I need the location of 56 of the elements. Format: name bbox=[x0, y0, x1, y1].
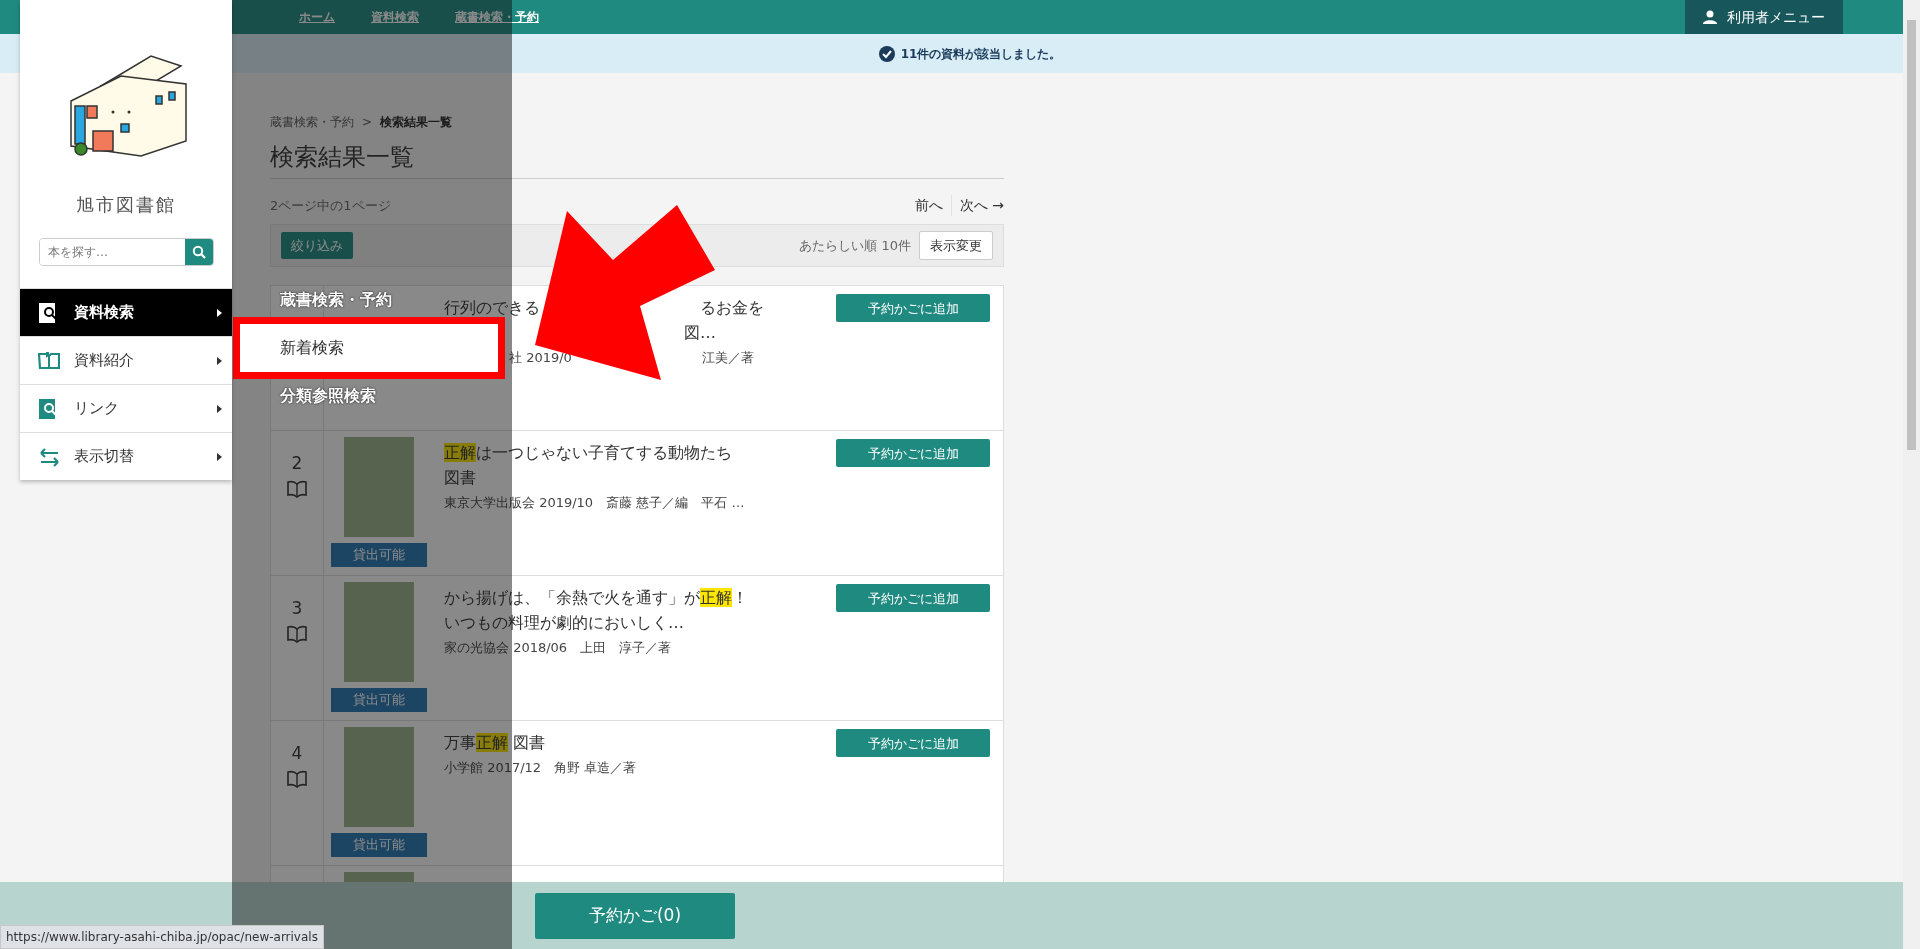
book-icon bbox=[287, 768, 307, 789]
availability-badge: 貸出可能 bbox=[331, 833, 427, 857]
breadcrumb-separator: > bbox=[362, 114, 373, 131]
user-menu-button[interactable]: 利用者メニュー bbox=[1685, 0, 1843, 34]
status-url: https://www.library-asahi-chiba.jp/opac/new-arrivals bbox=[0, 925, 324, 949]
breadcrumb-link[interactable]: 蔵書検索・予約 bbox=[441, 8, 561, 26]
breadcrumb-link[interactable]: 蔵書検索・予約 bbox=[270, 113, 354, 131]
filter-button[interactable]: 絞り込み bbox=[281, 231, 353, 260]
book-icon bbox=[38, 349, 60, 372]
submenu-item[interactable]: 分類参照検索 bbox=[240, 372, 386, 420]
swap-arrows-icon bbox=[38, 445, 60, 468]
breadcrumb-current: 検索結果一覧 bbox=[380, 114, 453, 131]
caret-right-icon bbox=[217, 356, 222, 365]
book-icon bbox=[287, 478, 307, 499]
result-number: 2 bbox=[291, 452, 303, 476]
result-number: 4 bbox=[291, 742, 303, 766]
result-meta: 東京大学出版会 2019/10 斎藤 慈子／編 平石 … bbox=[444, 493, 746, 512]
availability-badge: 貸出可能 bbox=[331, 543, 427, 567]
check-icon bbox=[878, 45, 895, 62]
sidebar-menu-item[interactable]: 資料検索 bbox=[20, 288, 232, 336]
result-title-line[interactable]: 万事正解 図書 bbox=[444, 731, 836, 757]
result-meta: 家の光協会 2018/06 上田 淳子／著 bbox=[444, 638, 673, 657]
scrollbar[interactable] bbox=[1903, 0, 1920, 949]
add-to-cart-button[interactable]: 予約かごに追加 bbox=[836, 729, 990, 758]
search-field[interactable]: 本を探す… bbox=[39, 238, 214, 266]
library-name: 旭市図書館 bbox=[75, 193, 177, 217]
book-icon bbox=[287, 623, 307, 644]
result-number: 3 bbox=[291, 597, 303, 621]
cart-button[interactable]: 予約かご(0) bbox=[535, 892, 735, 939]
user-icon bbox=[1703, 10, 1717, 24]
result-title-line[interactable]: 行列のできる るお金を bbox=[444, 296, 836, 322]
submenu-item[interactable]: 蔵書検索・予約 bbox=[240, 276, 402, 324]
alert-message: 11件の資料が該当しました。 bbox=[900, 45, 1062, 63]
search-icon bbox=[192, 245, 206, 259]
page-title: 検索結果一覧 bbox=[270, 143, 1004, 179]
result-title-line[interactable]: から揚げは、「余熱で火を通す」が正解！ bbox=[444, 586, 836, 612]
prev-link[interactable]: 前へ bbox=[914, 194, 943, 216]
caret-right-icon bbox=[217, 404, 222, 413]
search-button[interactable] bbox=[185, 239, 213, 265]
add-to-cart-button[interactable]: 予約かごに追加 bbox=[836, 584, 990, 613]
sidebar-menu-item[interactable]: 表示切替 bbox=[20, 432, 232, 480]
add-to-cart-button[interactable]: 予約かごに追加 bbox=[836, 294, 990, 323]
sidebar-menu-item[interactable]: 資料紹介 bbox=[20, 336, 232, 384]
scrollbar-thumb[interactable] bbox=[1907, 20, 1916, 450]
next-link[interactable]: 次へ → bbox=[959, 194, 1004, 216]
view-toggle-button[interactable]: 表示変更 bbox=[919, 230, 993, 261]
result-title-line[interactable]: 図書 bbox=[444, 466, 836, 491]
caret-right-icon bbox=[217, 452, 222, 461]
result-title-line[interactable]: いつもの料理が劇的においしく… bbox=[444, 611, 836, 636]
sidebar-menu-item[interactable]: リンク bbox=[20, 384, 232, 432]
add-to-cart-button[interactable]: 予約かごに追加 bbox=[836, 439, 990, 468]
availability-badge: 貸出可能 bbox=[331, 688, 427, 712]
breadcrumb-link[interactable]: 資料検索 bbox=[357, 8, 441, 26]
caret-right-icon bbox=[217, 308, 222, 317]
sort-info: あたらしい順 10件 bbox=[799, 236, 911, 255]
breadcrumb-link[interactable]: ホーム bbox=[285, 8, 357, 26]
